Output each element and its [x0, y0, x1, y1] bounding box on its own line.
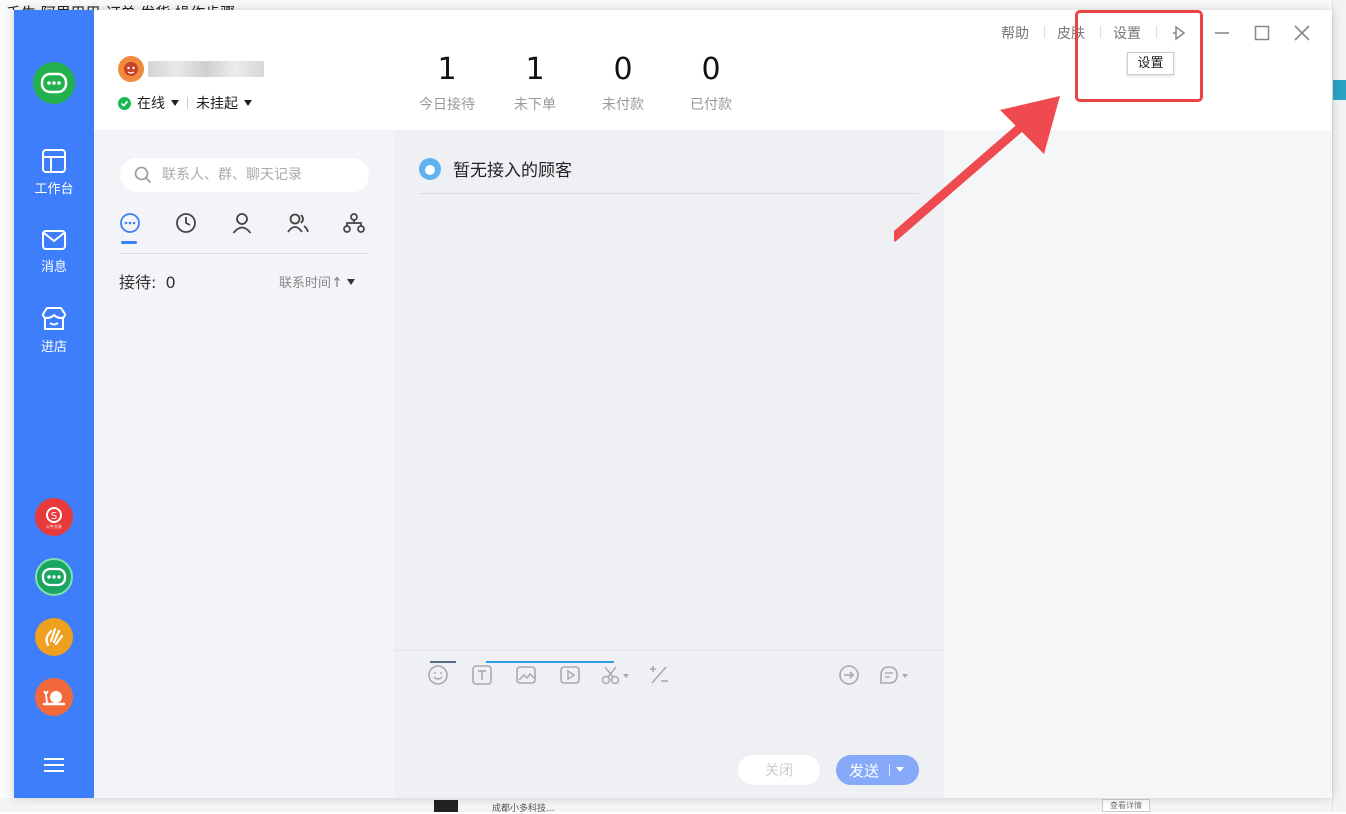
divider: [419, 193, 919, 194]
mail-icon: [42, 230, 66, 250]
annotation-highlight-box: [1075, 10, 1203, 102]
divider: [187, 97, 188, 109]
workbench-icon: [42, 149, 66, 173]
sort-up-icon: [334, 275, 341, 287]
send-button[interactable]: 发送: [836, 755, 919, 785]
qianniu-workbench-window: 工作台 消息 进店 S 火牛交易 在线 未挂起 1 今日接待 1 未下单 0 未…: [14, 10, 1332, 798]
search-box: [120, 158, 369, 192]
scissors-icon[interactable]: [600, 664, 630, 686]
chat-panel: 暂无接入的顾客 关闭 发送: [394, 130, 944, 798]
qianniu-chat-icon[interactable]: [35, 558, 73, 596]
stat-unpaid[interactable]: 0 未付款: [583, 52, 663, 114]
store-icon: [42, 307, 66, 330]
contact-panel: 接待: 0 联系时间: [94, 130, 394, 798]
active-tab-indicator: [121, 241, 137, 244]
online-status-label: 在线: [137, 96, 165, 112]
sidebar: 工作台 消息 进店 S 火牛交易: [14, 10, 94, 798]
history-clock-icon[interactable]: [175, 212, 197, 234]
huoniu-label: 火牛交易: [46, 523, 62, 529]
video-icon[interactable]: [559, 664, 581, 686]
background-detail-button[interactable]: 查看详情: [1102, 799, 1150, 812]
minimize-icon[interactable]: [1213, 24, 1231, 42]
image-icon[interactable]: [515, 664, 537, 686]
sidebar-item-messages[interactable]: 消息: [14, 228, 94, 275]
huoniu-trade-icon[interactable]: S 火牛交易: [35, 498, 73, 536]
hangup-label: 未挂起: [196, 96, 238, 112]
annotation-arrow-icon: [894, 96, 1060, 242]
stat-value: 1: [437, 52, 457, 87]
background-thumbnail: [434, 800, 458, 812]
chevron-down-icon: [244, 100, 252, 106]
quick-phrase-icon[interactable]: [648, 664, 670, 686]
svg-text:S: S: [51, 511, 57, 522]
menu-icon[interactable]: [44, 758, 64, 776]
sort-label: 联系时间: [279, 276, 332, 291]
avatar[interactable]: [118, 56, 144, 82]
background-item-text: 成都小多科技...: [492, 804, 555, 814]
stat-paid[interactable]: 0 已付款: [671, 52, 751, 114]
qianniu-logo-icon[interactable]: [33, 62, 75, 104]
close-button[interactable]: 关闭: [738, 755, 820, 785]
sidebar-item-label: 工作台: [34, 182, 74, 197]
org-structure-icon[interactable]: [343, 212, 365, 234]
status-row: 在线 未挂起: [118, 93, 252, 113]
chat-tab-icon[interactable]: [119, 212, 141, 234]
chevron-down-icon: [347, 278, 356, 285]
close-icon[interactable]: [1293, 24, 1311, 42]
stat-value: 0: [701, 52, 721, 87]
water-drop-icon: [419, 157, 441, 180]
stat-today-received[interactable]: 1 今日接待: [407, 52, 487, 114]
hand-icon[interactable]: [35, 618, 73, 656]
empty-state-title: 暂无接入的顾客: [453, 161, 572, 181]
search-input[interactable]: [162, 167, 352, 183]
stat-label: 今日接待: [419, 97, 475, 113]
hangup-dropdown[interactable]: 未挂起: [196, 93, 252, 113]
account-name-blurred: [148, 61, 264, 77]
transfer-icon[interactable]: [838, 664, 860, 686]
search-icon: [134, 166, 152, 184]
stat-value: 1: [525, 52, 545, 87]
receive-count: 接待: 0: [119, 269, 176, 293]
maximize-icon[interactable]: [1253, 24, 1271, 42]
divider: [889, 764, 891, 776]
stat-label: 已付款: [690, 97, 732, 113]
contact-person-icon[interactable]: [231, 212, 253, 234]
emoji-icon[interactable]: [427, 664, 449, 686]
background-title: 千牛 阿里巴巴 订单 发货 操作步骤: [6, 2, 235, 10]
chevron-down-icon: [171, 100, 179, 106]
stat-label: 未下单: [514, 97, 556, 113]
sidebar-item-store[interactable]: 进店: [14, 306, 94, 355]
chevron-down-icon[interactable]: [896, 767, 905, 773]
stat-label: 未付款: [602, 97, 644, 113]
empty-state: 暂无接入的顾客: [419, 156, 572, 181]
input-loading-strip: [430, 648, 614, 663]
background-right-window: [1332, 0, 1346, 812]
sidebar-item-label: 进店: [40, 340, 67, 355]
group-icon[interactable]: [287, 212, 309, 234]
sort-dropdown[interactable]: 联系时间: [279, 272, 356, 291]
receive-label: 接待:: [119, 273, 157, 292]
send-label: 发送: [849, 761, 880, 780]
stat-not-ordered[interactable]: 1 未下单: [495, 52, 575, 114]
stat-value: 0: [613, 52, 633, 87]
text-format-icon[interactable]: [471, 664, 493, 686]
evaluation-icon[interactable]: [878, 664, 910, 686]
divider: [1044, 26, 1045, 38]
help-link[interactable]: 帮助: [1001, 23, 1029, 43]
sidebar-item-label: 消息: [40, 260, 67, 275]
online-status-dropdown[interactable]: 在线: [137, 93, 179, 113]
sidebar-item-workbench[interactable]: 工作台: [14, 148, 94, 197]
snail-icon[interactable]: [35, 678, 73, 716]
contact-tabs: [119, 212, 369, 254]
receive-value: 0: [165, 273, 176, 292]
online-status-icon: [118, 96, 131, 110]
